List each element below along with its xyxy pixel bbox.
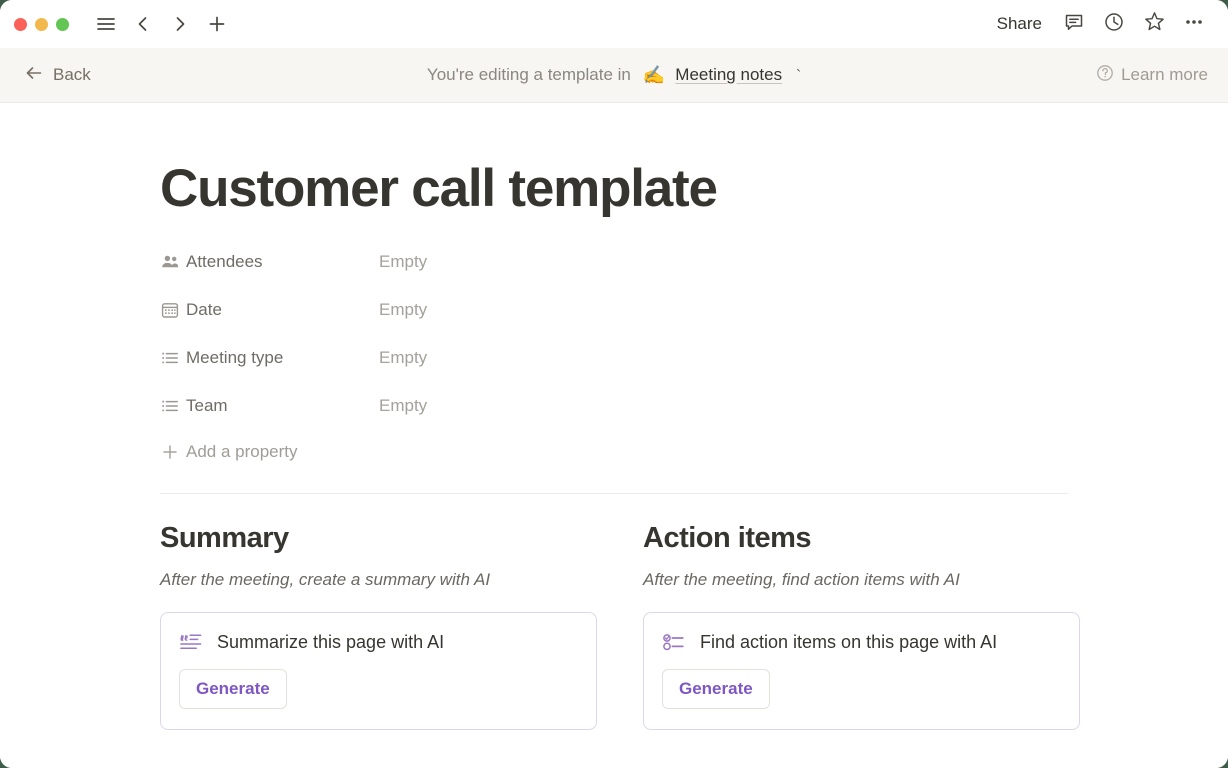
learn-more-button[interactable]: Learn more bbox=[1096, 64, 1208, 87]
property-row-attendees[interactable]: Attendees Empty bbox=[160, 245, 1068, 279]
new-page-button[interactable] bbox=[200, 7, 234, 41]
ai-sections: Summary After the meeting, create a summ… bbox=[160, 522, 1080, 730]
arrow-left-icon bbox=[24, 63, 44, 88]
banner-center: You're editing a template in ✍️ Meeting … bbox=[0, 48, 1228, 102]
section-title: Summary bbox=[160, 521, 289, 554]
checklist-icon bbox=[662, 632, 686, 652]
banner-message: You're editing a template in bbox=[426, 65, 631, 84]
forward-nav-button[interactable] bbox=[163, 7, 197, 41]
plus-icon bbox=[160, 442, 186, 462]
title-bar: Share bbox=[0, 0, 1228, 48]
property-label: Date bbox=[186, 299, 222, 319]
section-title: Action items bbox=[643, 521, 812, 554]
generate-action-items-button[interactable]: Generate bbox=[662, 668, 770, 709]
section-subtitle: After the meeting, find action items wit… bbox=[643, 569, 960, 589]
sidebar-menu-icon bbox=[95, 13, 117, 35]
ai-card-header: Find action items on this page with AI bbox=[662, 632, 1061, 653]
ai-card-title: Summarize this page with AI bbox=[217, 631, 445, 652]
page-content: Customer call template Attendees Empty D… bbox=[160, 161, 1080, 730]
people-icon bbox=[160, 252, 186, 272]
property-list: Attendees Empty Date Empty Meeting type … bbox=[160, 245, 1068, 467]
learn-more-label: Learn more bbox=[1121, 65, 1208, 84]
action-items-ai-card[interactable]: Find action items on this page with AI G… bbox=[643, 611, 1080, 730]
summary-section: Summary After the meeting, create a summ… bbox=[160, 522, 597, 730]
property-row-team[interactable]: Team Empty bbox=[160, 389, 1068, 423]
chevron-right-icon bbox=[170, 14, 190, 34]
property-label: Attendees bbox=[186, 251, 263, 271]
clock-history-icon bbox=[1103, 11, 1125, 38]
calendar-icon bbox=[160, 300, 186, 320]
close-window-button[interactable] bbox=[14, 17, 27, 31]
quote-summary-icon bbox=[179, 632, 203, 652]
comment-icon bbox=[1063, 11, 1085, 38]
chevron-left-icon bbox=[133, 14, 153, 34]
banner-database-link[interactable]: Meeting notes bbox=[675, 65, 782, 85]
summary-ai-card[interactable]: Summarize this page with AI Generate bbox=[160, 611, 597, 730]
writing-hand-emoji-icon: ✍️ bbox=[642, 65, 666, 85]
question-circle-icon bbox=[1096, 64, 1114, 87]
property-value[interactable]: Empty bbox=[379, 252, 427, 272]
property-value[interactable]: Empty bbox=[379, 300, 427, 320]
add-property-button[interactable]: Add a property bbox=[160, 437, 1068, 467]
updates-button[interactable] bbox=[1096, 7, 1132, 41]
page-title[interactable]: Customer call template bbox=[160, 161, 1068, 217]
property-row-meeting-type[interactable]: Meeting type Empty bbox=[160, 341, 1068, 375]
back-nav-button[interactable] bbox=[126, 7, 160, 41]
list-select-icon bbox=[160, 348, 186, 368]
property-value[interactable]: Empty bbox=[379, 396, 427, 416]
ai-card-header: Summarize this page with AI bbox=[179, 632, 578, 653]
ellipsis-icon bbox=[1183, 11, 1205, 38]
minimize-window-button[interactable] bbox=[35, 17, 48, 31]
share-button[interactable]: Share bbox=[987, 9, 1052, 39]
star-icon bbox=[1143, 10, 1166, 38]
banner-trailing-tick: ` bbox=[796, 66, 802, 84]
maximize-window-button[interactable] bbox=[56, 17, 69, 31]
banner-back-button[interactable]: Back bbox=[24, 63, 91, 88]
banner-back-label: Back bbox=[53, 65, 91, 84]
property-label: Team bbox=[186, 395, 228, 415]
template-banner: Back You're editing a template in ✍️ Mee… bbox=[0, 48, 1228, 103]
plus-icon bbox=[207, 14, 227, 34]
comments-button[interactable] bbox=[1056, 7, 1092, 41]
property-label: Meeting type bbox=[186, 347, 284, 367]
list-select-icon bbox=[160, 396, 186, 416]
ai-card-title: Find action items on this page with AI bbox=[700, 631, 998, 652]
content-divider bbox=[160, 492, 1068, 494]
generate-summary-button[interactable]: Generate bbox=[179, 668, 287, 709]
add-property-label: Add a property bbox=[186, 441, 298, 461]
titlebar-nav bbox=[89, 7, 234, 41]
traffic-lights bbox=[14, 17, 69, 31]
page-body: Customer call template Attendees Empty D… bbox=[0, 103, 1228, 768]
action-items-section: Action items After the meeting, find act… bbox=[643, 522, 1080, 730]
menu-button[interactable] bbox=[89, 7, 123, 41]
property-value[interactable]: Empty bbox=[379, 348, 427, 368]
favorite-button[interactable] bbox=[1136, 7, 1172, 41]
section-subtitle: After the meeting, create a summary with… bbox=[160, 569, 491, 589]
titlebar-actions: Share bbox=[987, 7, 1212, 41]
more-options-button[interactable] bbox=[1176, 7, 1212, 41]
app-window: Share Back You're editing a template in … bbox=[0, 0, 1228, 768]
property-row-date[interactable]: Date Empty bbox=[160, 293, 1068, 327]
